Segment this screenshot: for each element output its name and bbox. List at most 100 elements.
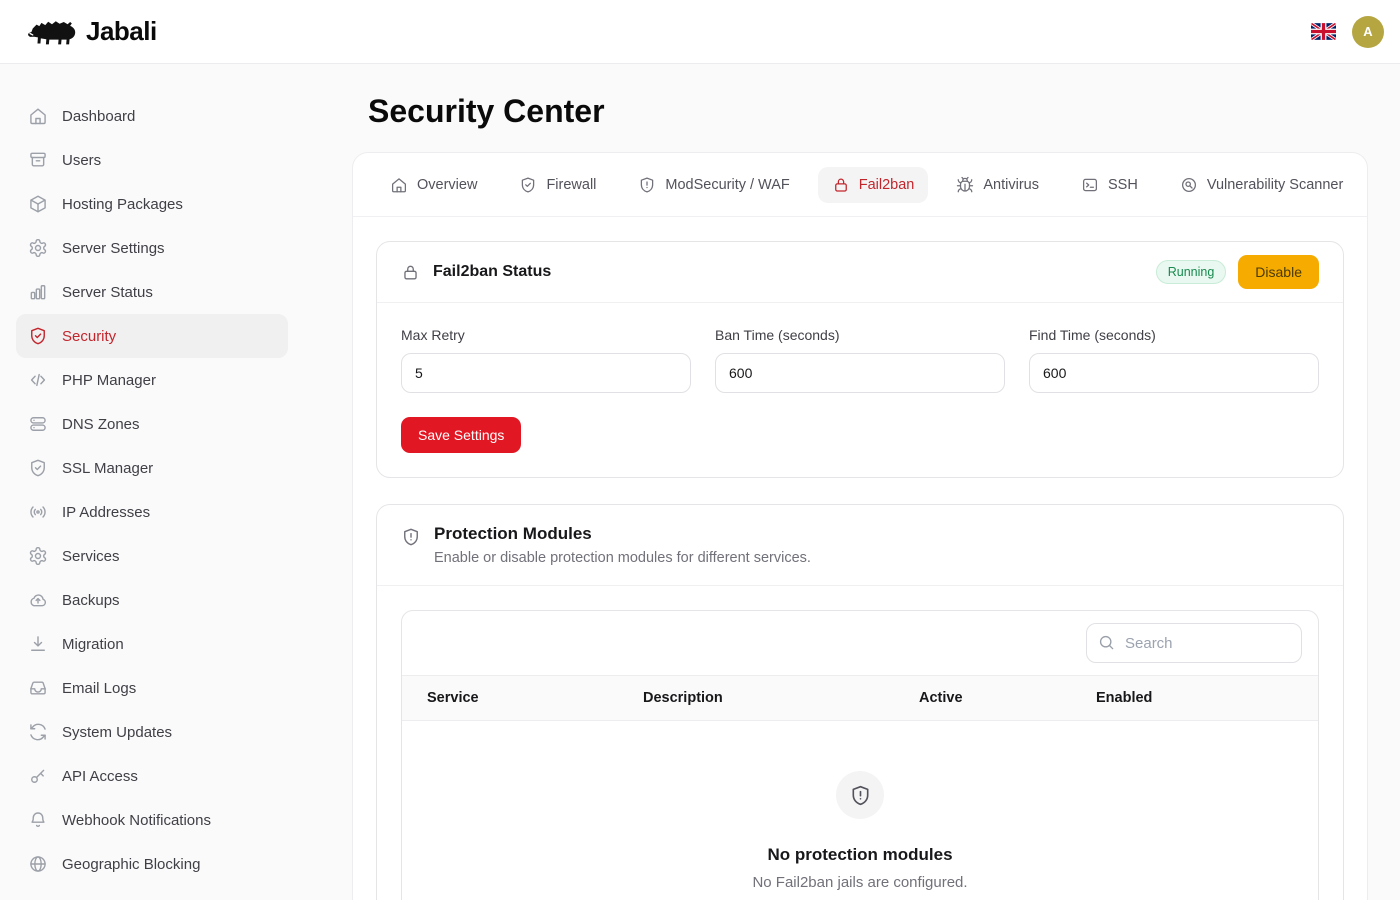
sidebar-item-hosting-packages[interactable]: Hosting Packages	[16, 182, 288, 226]
page-title: Security Center	[368, 93, 1368, 130]
max-retry-field-group: Max Retry	[401, 327, 691, 393]
tab-label: Vulnerability Scanner	[1207, 177, 1343, 193]
table-header-row: Service Description Active Enabled	[402, 675, 1318, 721]
ban-time-field-group: Ban Time (seconds)	[715, 327, 1005, 393]
find-time-label: Find Time (seconds)	[1029, 327, 1319, 343]
sidebar-item-label: Server Status	[62, 284, 153, 301]
sidebar-item-label: PHP Manager	[62, 372, 156, 389]
empty-state-message: No Fail2ban jails are configured.	[752, 874, 967, 891]
tab-antivirus[interactable]: Antivirus	[942, 167, 1053, 203]
sidebar-item-label: Email Logs	[62, 680, 136, 697]
shield-check-icon	[28, 458, 48, 478]
find-time-input[interactable]	[1029, 353, 1319, 393]
sidebar-item-email-logs[interactable]: Email Logs	[16, 666, 288, 710]
tab-overview[interactable]: Overview	[376, 167, 491, 203]
empty-state-title: No protection modules	[767, 845, 952, 865]
column-header-active: Active	[894, 690, 1071, 706]
sidebar-item-label: API Access	[62, 768, 138, 785]
globe-icon	[28, 854, 48, 874]
search-box	[1086, 623, 1302, 663]
tab-label: Overview	[417, 177, 477, 193]
sidebar-item-label: System Updates	[62, 724, 172, 741]
tab-content: Fail2ban Status Running Disable Max Retr…	[353, 217, 1367, 900]
protection-card-title: Protection Modules	[434, 524, 811, 544]
shield-alert-icon	[401, 527, 421, 547]
lock-icon	[401, 263, 420, 282]
sidebar-item-label: Migration	[62, 636, 124, 653]
tab-label: Antivirus	[983, 177, 1039, 193]
fail2ban-card-body: Max Retry Ban Time (seconds) Find Time (…	[377, 303, 1343, 477]
tab-firewall[interactable]: Firewall	[505, 167, 610, 203]
search-icon	[1097, 633, 1116, 652]
tab-modsecurity-waf[interactable]: ModSecurity / WAF	[624, 167, 803, 203]
sidebar-item-label: Server Settings	[62, 240, 165, 257]
security-panel: Overview Firewall ModSecurity / WAF Fail…	[352, 152, 1368, 900]
max-retry-input[interactable]	[401, 353, 691, 393]
ban-time-label: Ban Time (seconds)	[715, 327, 1005, 343]
sidebar-item-label: IP Addresses	[62, 504, 150, 521]
sidebar-item-backups[interactable]: Backups	[16, 578, 288, 622]
gear-icon	[28, 546, 48, 566]
column-header-description: Description	[618, 690, 894, 706]
sidebar-nav: Dashboard Users Hosting Packages Server …	[0, 64, 352, 900]
key-icon	[28, 766, 48, 786]
tab-label: ModSecurity / WAF	[665, 177, 789, 193]
disable-button[interactable]: Disable	[1238, 255, 1319, 289]
scan-search-icon	[1180, 176, 1198, 194]
sidebar-item-geographic-blocking[interactable]: Geographic Blocking	[16, 842, 288, 886]
uk-flag-icon	[1311, 23, 1336, 40]
security-tabs: Overview Firewall ModSecurity / WAF Fail…	[353, 153, 1367, 217]
sidebar-item-php-manager[interactable]: PHP Manager	[16, 358, 288, 402]
server-stack-icon	[28, 414, 48, 434]
sidebar-item-dns-zones[interactable]: DNS Zones	[16, 402, 288, 446]
tab-fail2ban[interactable]: Fail2ban	[818, 167, 929, 203]
user-avatar[interactable]: A	[1352, 16, 1384, 48]
sidebar-item-dashboard[interactable]: Dashboard	[16, 94, 288, 138]
sidebar-item-webhook-notifications[interactable]: Webhook Notifications	[16, 798, 288, 842]
sidebar-item-security[interactable]: Security	[16, 314, 288, 358]
sidebar-item-ip-addresses[interactable]: IP Addresses	[16, 490, 288, 534]
status-badge: Running	[1156, 260, 1227, 284]
fail2ban-card-header: Fail2ban Status Running Disable	[377, 242, 1343, 303]
find-time-field-group: Find Time (seconds)	[1029, 327, 1319, 393]
sidebar-item-label: Users	[62, 152, 101, 169]
package-icon	[28, 194, 48, 214]
top-header: Jabali A	[0, 0, 1400, 64]
tab-label: SSH	[1108, 177, 1138, 193]
sidebar-item-label: SSL Manager	[62, 460, 153, 477]
sidebar-item-system-updates[interactable]: System Updates	[16, 710, 288, 754]
protection-card-description: Enable or disable protection modules for…	[434, 550, 811, 566]
home-icon	[390, 176, 408, 194]
download-icon	[28, 634, 48, 654]
empty-state: No protection modules No Fail2ban jails …	[402, 721, 1318, 900]
ban-time-input[interactable]	[715, 353, 1005, 393]
sidebar-item-ssl-manager[interactable]: SSL Manager	[16, 446, 288, 490]
sidebar-item-users[interactable]: Users	[16, 138, 288, 182]
language-flag-button[interactable]	[1311, 23, 1336, 40]
sidebar-item-migration[interactable]: Migration	[16, 622, 288, 666]
tab-vulnerability-scanner[interactable]: Vulnerability Scanner	[1166, 167, 1357, 203]
sidebar-item-server-status[interactable]: Server Status	[16, 270, 288, 314]
sidebar-item-api-access[interactable]: API Access	[16, 754, 288, 798]
shield-alert-icon	[849, 784, 872, 807]
bell-icon	[28, 810, 48, 830]
gear-icon	[28, 238, 48, 258]
column-header-enabled: Enabled	[1071, 690, 1318, 706]
bar-chart-icon	[28, 282, 48, 302]
sidebar-item-services[interactable]: Services	[16, 534, 288, 578]
sidebar-item-server-settings[interactable]: Server Settings	[16, 226, 288, 270]
table-toolbar	[402, 611, 1318, 675]
empty-state-icon-circle	[836, 771, 884, 819]
protection-modules-card: Protection Modules Enable or disable pro…	[376, 504, 1344, 900]
sidebar-item-label: Dashboard	[62, 108, 135, 125]
code-icon	[28, 370, 48, 390]
tab-ssh[interactable]: SSH	[1067, 167, 1152, 203]
tab-label: Fail2ban	[859, 177, 915, 193]
protection-card-header: Protection Modules Enable or disable pro…	[377, 505, 1343, 586]
save-settings-button[interactable]: Save Settings	[401, 417, 521, 453]
shield-check-icon	[519, 176, 537, 194]
brand-logo[interactable]: Jabali	[26, 15, 157, 49]
sidebar-item-label: Geographic Blocking	[62, 856, 200, 873]
sidebar-item-label: Services	[62, 548, 120, 565]
search-input[interactable]	[1086, 623, 1302, 663]
